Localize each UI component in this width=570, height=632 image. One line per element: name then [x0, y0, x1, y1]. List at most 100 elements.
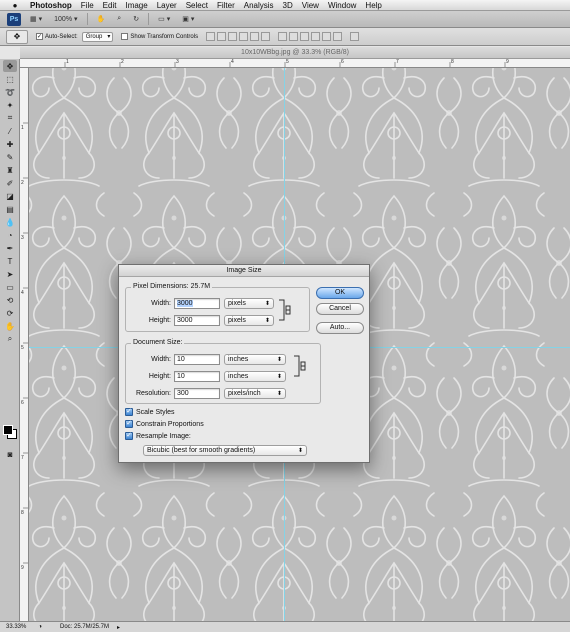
align-left-icon[interactable] — [239, 32, 249, 41]
menu-window[interactable]: Window — [328, 1, 356, 10]
resample-image-checkbox[interactable]: ✓ Resample Image: — [125, 432, 191, 440]
history-brush-icon: ✐ — [6, 178, 14, 188]
menu-analysis[interactable]: Analysis — [244, 1, 274, 10]
lasso-tool[interactable]: ➰ — [3, 86, 17, 98]
cancel-button[interactable]: Cancel — [316, 303, 364, 315]
divider — [86, 13, 88, 25]
bandage-icon: ✚ — [6, 139, 14, 149]
auto-select-checkbox[interactable]: ✓ — [36, 33, 43, 40]
gradient-icon: ▤ — [6, 204, 14, 214]
scale-styles-checkbox[interactable]: ✓ Scale Styles — [125, 408, 175, 416]
blur-tool[interactable]: 💧 — [3, 216, 17, 228]
pixel-dimensions-value: 25.7M — [190, 283, 211, 290]
resolution-unit-select[interactable]: pixels/inch ⬍ — [224, 388, 286, 399]
status-icon[interactable]: ◑ — [38, 624, 42, 630]
pen-tool[interactable]: ✒ — [3, 242, 17, 254]
align-right-icon[interactable] — [261, 32, 271, 41]
rotate-view-button[interactable]: ↻ — [130, 13, 142, 25]
ruler-label: 3 — [21, 235, 24, 241]
quick-select-tool[interactable]: ✦ — [3, 99, 17, 111]
distribute-right-icon[interactable] — [333, 32, 343, 41]
auto-align-icon[interactable] — [350, 32, 360, 41]
ruler-label: 3 — [176, 59, 179, 65]
hand-tool[interactable]: ✋ — [3, 320, 17, 332]
3d-orbit-icon: ⟳ — [6, 308, 14, 318]
menu-help[interactable]: Help — [365, 1, 381, 10]
align-vcenter-icon[interactable] — [217, 32, 227, 41]
type-tool[interactable]: T — [3, 255, 17, 267]
crop-tool[interactable]: ⌗ — [3, 112, 17, 124]
chevron-down-icon: ▾ — [38, 16, 43, 23]
clone-stamp-tool[interactable]: ♜ — [3, 164, 17, 176]
dodge-tool[interactable]: ◔ — [3, 229, 17, 241]
menu-layer[interactable]: Layer — [157, 1, 177, 10]
image-size-dialog: Image Size Pixel Dimensions: 25.7M Width… — [118, 264, 370, 463]
pixel-height-unit-select[interactable]: pixels ⬍ — [224, 315, 274, 326]
doc-height-input[interactable]: 10 — [174, 371, 220, 382]
3d-rotate-tool[interactable]: ⟲ — [3, 294, 17, 306]
pixel-width-unit-select[interactable]: pixels ⬍ — [224, 298, 274, 309]
eyedropper-tool[interactable]: ⁄ — [3, 125, 17, 137]
horizontal-ruler[interactable]: 1 2 3 4 5 6 7 8 9 — [20, 59, 570, 68]
view-extras-button[interactable]: ▦ ▾ — [27, 13, 45, 25]
menu-edit[interactable]: Edit — [103, 1, 117, 10]
menu-view[interactable]: View — [302, 1, 319, 10]
hand-tool-button[interactable]: ✋ — [94, 13, 109, 25]
menu-image[interactable]: Image — [125, 1, 147, 10]
align-bottom-icon[interactable] — [228, 32, 238, 41]
ruler-label: 6 — [21, 400, 24, 406]
menu-filter[interactable]: Filter — [217, 1, 235, 10]
quick-mask-button[interactable]: ◙ — [3, 448, 17, 460]
auto-select-dropdown[interactable]: Group — [81, 31, 114, 42]
distribute-left-icon[interactable] — [311, 32, 321, 41]
status-zoom[interactable]: 33.33% — [6, 624, 26, 630]
arrange-documents-button[interactable]: ▭ ▾ — [155, 13, 173, 25]
constrain-proportions-checkbox[interactable]: ✓ Constrain Proportions — [125, 420, 204, 428]
move-tool[interactable]: ✥ — [3, 60, 17, 72]
pixel-height-input[interactable]: 3000 — [174, 315, 220, 326]
zoom-tool-button[interactable]: ⌕ — [114, 13, 124, 25]
pixel-width-value: 3000 — [177, 300, 193, 307]
doc-width-unit-select[interactable]: inches ⬍ — [224, 354, 286, 365]
shape-tool[interactable]: ▭ — [3, 281, 17, 293]
ok-button[interactable]: OK — [316, 287, 364, 299]
history-brush-tool[interactable]: ✐ — [3, 177, 17, 189]
show-transform-checkbox[interactable] — [121, 33, 129, 40]
marquee-tool[interactable]: ⬚ — [3, 73, 17, 85]
3d-orbit-tool[interactable]: ⟳ — [3, 307, 17, 319]
align-top-icon[interactable] — [206, 32, 216, 41]
healing-tool[interactable]: ✚ — [3, 138, 17, 150]
distribute-buttons — [278, 32, 343, 41]
hand-icon: ✋ — [96, 16, 106, 23]
menu-select[interactable]: Select — [186, 1, 208, 10]
align-hcenter-icon[interactable] — [250, 32, 260, 41]
menu-file[interactable]: File — [81, 1, 94, 10]
zoom-level-button[interactable]: 100% ▾ — [51, 13, 80, 25]
screen-mode-button[interactable]: ▣ ▾ — [179, 13, 197, 25]
ruler-label: 6 — [341, 59, 344, 65]
foreground-color-swatch[interactable] — [3, 425, 13, 435]
path-select-tool[interactable]: ➤ — [3, 268, 17, 280]
resolution-label: Resolution: — [135, 390, 171, 397]
distribute-bottom-icon[interactable] — [300, 32, 310, 41]
distribute-vcenter-icon[interactable] — [289, 32, 299, 41]
ruler-label: 4 — [231, 59, 234, 65]
doc-height-unit-select[interactable]: inches ⬍ — [224, 371, 286, 382]
gradient-tool[interactable]: ▤ — [3, 203, 17, 215]
pixel-width-input[interactable]: 3000 — [174, 298, 220, 309]
resolution-input[interactable]: 300 — [174, 388, 220, 399]
status-arrow-icon[interactable]: ▸ — [117, 624, 120, 631]
vertical-ruler[interactable]: 1 2 3 4 5 6 7 8 9 — [20, 68, 29, 621]
resample-method-select[interactable]: Bicubic (best for smooth gradients) ⬍ — [143, 445, 307, 456]
zoom-tool[interactable]: ⌕ — [3, 333, 17, 345]
apple-icon[interactable]: ● — [9, 1, 21, 10]
menu-3d[interactable]: 3D — [283, 1, 293, 10]
tool-preset-picker[interactable]: ✥ — [6, 29, 28, 44]
auto-button[interactable]: Auto... — [316, 322, 364, 334]
doc-width-input[interactable]: 10 — [174, 354, 220, 365]
menu-app-photoshop[interactable]: Photoshop — [30, 1, 72, 10]
eraser-tool[interactable]: ◪ — [3, 190, 17, 202]
distribute-top-icon[interactable] — [278, 32, 288, 41]
distribute-hcenter-icon[interactable] — [322, 32, 332, 41]
brush-tool[interactable]: ✎ — [3, 151, 17, 163]
